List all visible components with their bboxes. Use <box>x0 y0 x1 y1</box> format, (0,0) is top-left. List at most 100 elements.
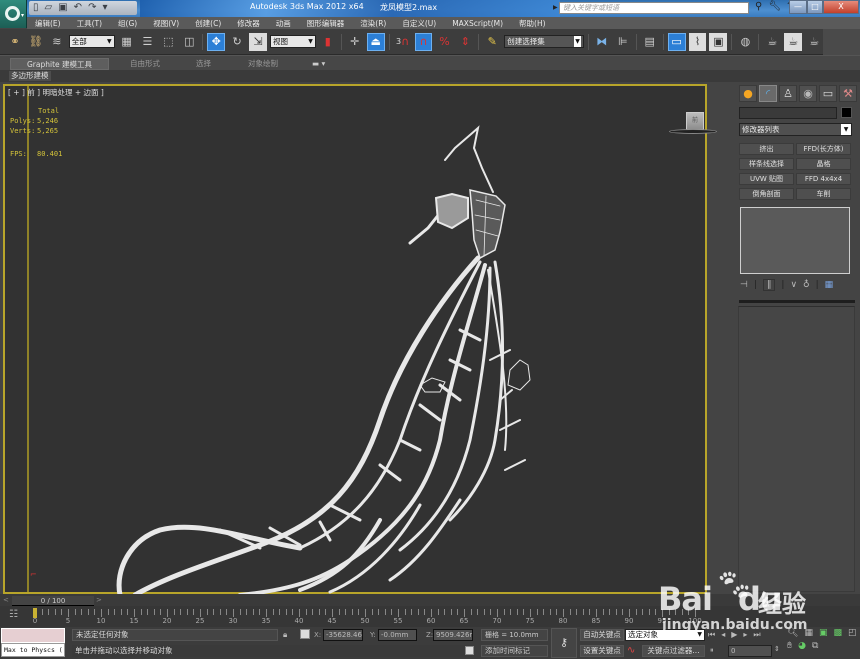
maxscript-listener-output[interactable] <box>1 628 65 643</box>
ruler-tick <box>54 609 56 615</box>
remove-modifier-icon[interactable]: ♁ <box>803 280 810 290</box>
ruler-label: 5 <box>65 617 71 625</box>
ruler-tick <box>536 609 538 615</box>
ruler-tick <box>266 609 267 617</box>
ruler-label: 90 <box>624 617 634 625</box>
ruler-tick <box>378 609 380 615</box>
selection-lock-icon[interactable]: 🔒︎ <box>283 630 287 640</box>
modifier-uvw-map-button[interactable]: UVW 贴图 <box>739 173 794 185</box>
model-neck <box>469 189 506 260</box>
dragon-phoenix-wireframe-model[interactable] <box>0 0 860 659</box>
open-mini-curve-editor-icon[interactable]: ☷ <box>9 609 18 620</box>
time-tag-icon[interactable] <box>465 646 474 655</box>
ruler-tick <box>589 609 591 615</box>
modifier-stack-list[interactable] <box>740 207 850 274</box>
modifier-spline-select-button[interactable]: 样条线选择 <box>739 158 794 170</box>
modify-icon[interactable]: ◜ <box>759 85 777 102</box>
create-icon[interactable]: ● <box>739 85 757 102</box>
z-coordinate-field[interactable]: 9509.426m <box>433 629 473 641</box>
display-icon[interactable]: ▭ <box>819 85 837 102</box>
ruler-tick <box>239 609 241 615</box>
field-of-view-icon[interactable]: ◰ <box>848 628 857 638</box>
ruler-tick <box>193 609 195 615</box>
frame-spinner-icon[interactable]: ⇕ <box>774 645 780 653</box>
configure-sets-icon[interactable]: ▦ <box>825 280 834 290</box>
key-filters-button[interactable]: 关键点过滤器... <box>642 645 705 657</box>
ruler-tick <box>206 609 208 615</box>
ruler-tick <box>622 609 624 615</box>
auto-key-button[interactable]: 自动关键点 <box>580 629 624 641</box>
ruler-tick <box>200 609 201 617</box>
ruler-label: 70 <box>492 617 502 625</box>
modifier-lathe-button[interactable]: 车削 <box>796 188 851 200</box>
pin-stack-icon[interactable]: ⊣ <box>740 280 748 290</box>
utilities-icon[interactable]: ⚒ <box>839 85 857 102</box>
zoom-extents-all-icon[interactable]: ▩ <box>833 628 842 638</box>
next-frame-arrow-icon[interactable]: > <box>96 596 105 606</box>
default-in-out-tangent-icon[interactable]: ∿ <box>627 645 635 656</box>
ruler-tick <box>134 609 135 617</box>
ruler-tick <box>252 609 254 615</box>
motion-icon[interactable]: ◉ <box>799 85 817 102</box>
key-mode-toggle-icon[interactable]: ⏸ <box>710 646 714 655</box>
object-name-field[interactable] <box>739 107 837 119</box>
ruler-tick <box>470 609 472 615</box>
ruler-tick <box>642 609 644 615</box>
previous-frame-arrow-icon[interactable]: < <box>3 596 12 606</box>
set-key-button[interactable]: 设置关键点 <box>580 645 624 657</box>
ruler-tick <box>404 609 406 615</box>
current-frame-marker[interactable] <box>33 608 37 618</box>
ruler-label: 10 <box>96 617 106 625</box>
ruler-tick <box>312 609 314 615</box>
hierarchy-icon[interactable]: ♙ <box>779 85 797 102</box>
object-color-swatch[interactable] <box>841 107 852 118</box>
baidu-paw-icon: 🐾︎ <box>715 568 754 603</box>
ruler-tick <box>457 609 459 615</box>
baidu-watermark-url: jingyan.baidu.com <box>662 617 808 633</box>
ruler-tick <box>424 609 426 615</box>
orbit-icon[interactable]: ◕ <box>798 641 806 651</box>
ruler-tick <box>41 609 43 615</box>
modifier-lattice-button[interactable]: 晶格 <box>796 158 851 170</box>
ruler-label: 30 <box>228 617 238 625</box>
ruler-tick <box>101 609 102 617</box>
ruler-tick <box>219 609 221 615</box>
ruler-label: 40 <box>294 617 304 625</box>
absolute-mode-transform-icon[interactable] <box>300 629 310 639</box>
maximize-viewport-icon[interactable]: ⧉ <box>812 641 818 651</box>
modifier-bevel-profile-button[interactable]: 倒角剖面 <box>739 188 794 200</box>
modifier-list-dropdown[interactable]: 修改器列表 ▼ <box>739 123 852 136</box>
set-key-icon[interactable]: ⚷ <box>551 628 577 658</box>
modifier-extrude-button[interactable]: 挤出 <box>739 143 794 155</box>
time-slider[interactable]: 0 / 100 <box>12 596 94 606</box>
model-head <box>434 192 469 230</box>
show-end-result-icon[interactable]: ∥ <box>762 279 776 291</box>
zoom-extents-icon[interactable]: ▣ <box>819 628 828 638</box>
ruler-tick <box>556 609 558 615</box>
x-coordinate-field[interactable]: -35628.46 <box>323 629 363 641</box>
current-frame-field[interactable]: 0 <box>728 645 772 657</box>
maxscript-mini-listener[interactable]: Max to Physcs ( <box>1 643 65 657</box>
ruler-tick <box>114 609 116 615</box>
ruler-tick <box>358 609 360 615</box>
modifier-ffd-4x4x4-button[interactable]: FFD 4x4x4 <box>796 173 851 185</box>
baidu-jingyan-text: 经验 <box>758 590 806 618</box>
ruler-tick <box>147 609 149 615</box>
ruler-tick <box>107 609 109 615</box>
make-unique-icon[interactable]: ∨ <box>790 280 797 290</box>
frame-ruler[interactable]: 0 5 10 15 20 25 30 35 40 45 50 55 60 65 70 75 80 85 90 95 10… <box>32 607 702 627</box>
pan-icon[interactable]: ✋︎ <box>787 641 792 651</box>
modifier-stack-toolbar: ⊣ | ∥ | ∨ ♁ | ▦ <box>740 279 834 291</box>
modifier-ffd-box-button[interactable]: FFD(长方体) <box>796 143 851 155</box>
ruler-tick <box>483 609 485 615</box>
add-time-tag-button[interactable]: 添加时间标记 <box>481 645 548 657</box>
ruler-tick <box>127 609 129 615</box>
ruler-tick <box>417 609 419 615</box>
ruler-tick <box>233 609 234 617</box>
ruler-tick <box>596 609 597 617</box>
ruler-tick <box>563 609 564 617</box>
y-coordinate-field[interactable]: -0.0mm <box>378 629 417 641</box>
ruler-label: 0 <box>32 617 38 625</box>
ruler-tick <box>503 609 505 615</box>
ruler-tick <box>431 609 432 617</box>
